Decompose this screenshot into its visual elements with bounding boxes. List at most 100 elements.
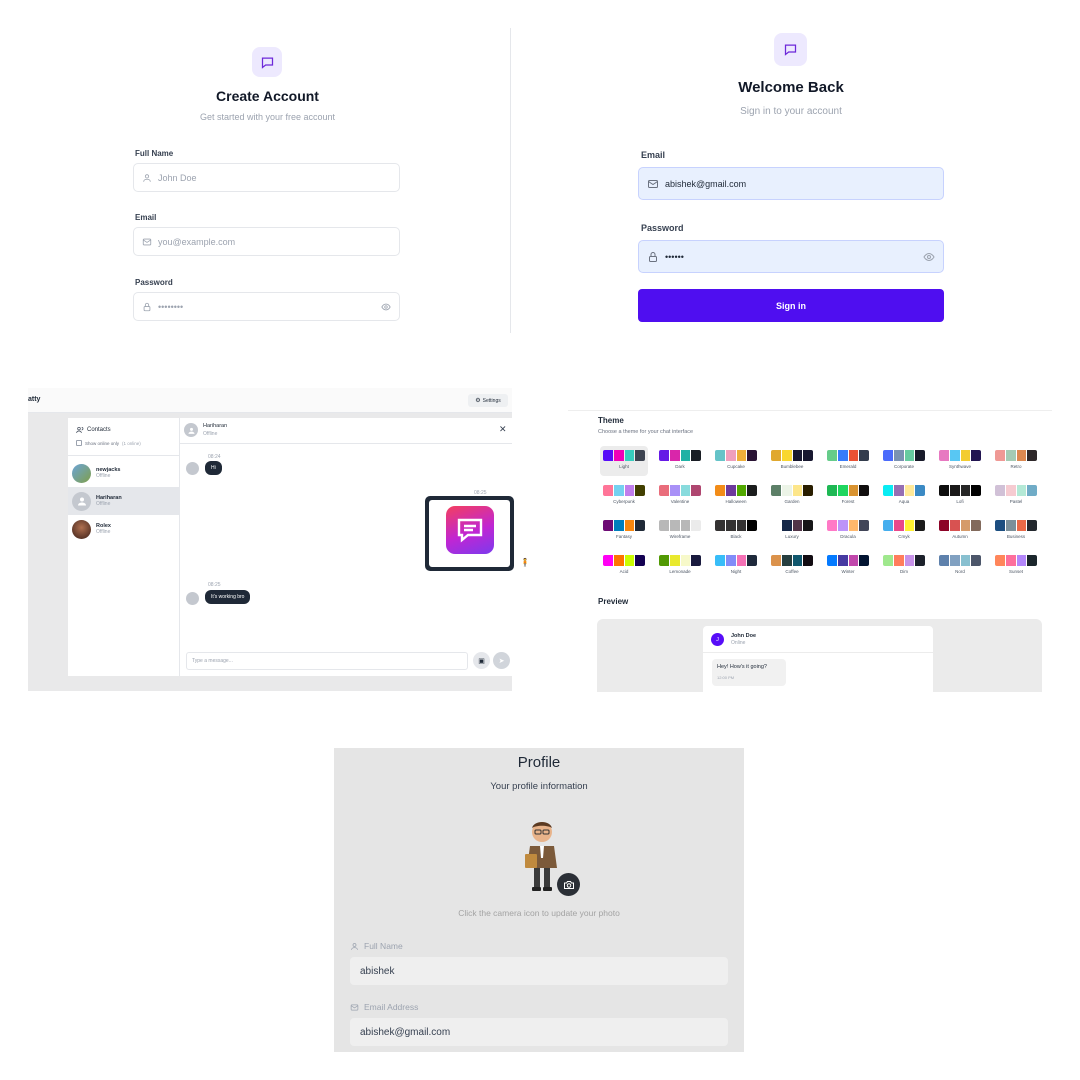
online-checkbox[interactable] [76, 440, 82, 446]
theme-option[interactable]: Dim [880, 551, 928, 581]
theme-color-chip [747, 485, 757, 496]
close-icon[interactable]: ✕ [499, 424, 507, 435]
email-input[interactable]: you@example.com [133, 227, 400, 256]
password-label: Password [641, 223, 684, 233]
theme-option[interactable]: Wireframe [656, 516, 704, 546]
camera-icon[interactable] [557, 873, 580, 896]
theme-color-chip [624, 520, 635, 531]
contact-status: Offline [96, 529, 111, 535]
theme-option[interactable]: Luxury [768, 516, 816, 546]
theme-option[interactable]: Autumn [936, 516, 984, 546]
theme-name: Night [730, 569, 742, 574]
theme-color-bars [939, 485, 981, 496]
theme-color-chip [904, 555, 915, 566]
theme-option[interactable]: Halloween [712, 481, 760, 511]
theme-option[interactable]: Winter [824, 551, 872, 581]
theme-color-chip [613, 485, 624, 496]
theme-option[interactable]: Night [712, 551, 760, 581]
theme-color-chip [995, 520, 1005, 531]
theme-name: Emerald [839, 464, 857, 469]
sign-in-button[interactable]: Sign in [638, 289, 944, 322]
theme-option[interactable]: Lemonade [656, 551, 704, 581]
theme-name: Synthwave [948, 464, 971, 469]
theme-option[interactable]: Valentine [656, 481, 704, 511]
theme-color-chip [771, 450, 781, 461]
password-input[interactable]: •••••••• [133, 292, 400, 321]
message-input[interactable]: Type a message... [186, 652, 468, 670]
theme-option[interactable]: Business [992, 516, 1040, 546]
theme-color-bars [939, 520, 981, 531]
theme-color-chip [971, 555, 981, 566]
preview-message: Hey! How's it going? 12:00 PM [712, 659, 786, 686]
full-name-input[interactable]: John Doe [133, 163, 400, 192]
theme-color-chip [893, 485, 904, 496]
eye-icon[interactable] [923, 251, 935, 263]
chat-logo-icon [774, 33, 807, 66]
theme-color-bars [883, 555, 925, 566]
eye-icon[interactable] [381, 302, 391, 312]
theme-option[interactable]: Acid [600, 551, 648, 581]
theme-color-chip [736, 520, 747, 531]
theme-option[interactable]: Cupcake [712, 446, 760, 476]
page-subtitle: Get started with your free account [199, 112, 336, 122]
theme-option[interactable]: Lofi [936, 481, 984, 511]
message-avatar [186, 462, 199, 475]
theme-color-chip [1005, 520, 1016, 531]
theme-color-chip [781, 485, 792, 496]
settings-button[interactable]: ⚙ Settings [468, 394, 508, 407]
theme-option[interactable]: Aqua [880, 481, 928, 511]
theme-color-chip [659, 450, 669, 461]
theme-option[interactable]: Cmyk [880, 516, 928, 546]
theme-color-chip [859, 450, 869, 461]
theme-option[interactable]: Synthwave [936, 446, 984, 476]
theme-color-chip [613, 520, 624, 531]
chat-header-status: Offline [203, 431, 218, 437]
image-upload-icon[interactable]: ▣ [473, 652, 490, 669]
theme-color-bars [715, 450, 757, 461]
contact-avatar [72, 463, 91, 483]
theme-color-chip [1016, 485, 1027, 496]
theme-option[interactable]: Corporate [880, 446, 928, 476]
theme-option[interactable]: Retro [992, 446, 1040, 476]
theme-option[interactable]: Black [712, 516, 760, 546]
theme-option[interactable]: Cyberpunk [600, 481, 648, 511]
theme-option[interactable]: Bumblebee [768, 446, 816, 476]
theme-option[interactable]: Emerald [824, 446, 872, 476]
theme-option[interactable]: Fantasy [600, 516, 648, 546]
theme-color-chip [1027, 450, 1037, 461]
theme-option[interactable]: Sunset [992, 551, 1040, 581]
image-message[interactable] [425, 496, 514, 571]
theme-option[interactable]: Forest [824, 481, 872, 511]
send-icon[interactable]: ➤ [493, 652, 510, 669]
theme-name: Cyberpunk [613, 499, 635, 504]
message-time: 08:25 [208, 582, 221, 588]
theme-color-chip [883, 485, 893, 496]
theme-name: Valentine [670, 499, 690, 504]
theme-name: Bumblebee [780, 464, 804, 469]
theme-color-chip [827, 450, 837, 461]
theme-color-chip [691, 450, 701, 461]
theme-color-chip [736, 450, 747, 461]
theme-option[interactable]: Pastel [992, 481, 1040, 511]
theme-color-chip [747, 555, 757, 566]
theme-option[interactable]: Dracula [824, 516, 872, 546]
preview-area: J John Doe Online Hey! How's it going? 1… [597, 619, 1042, 692]
theme-option[interactable]: Light [600, 446, 648, 476]
theme-option[interactable]: Nord [936, 551, 984, 581]
theme-option[interactable]: Garden [768, 481, 816, 511]
contact-item[interactable]: newjacks Offline [68, 459, 180, 487]
online-filter[interactable]: Show online only (1 online) [76, 440, 141, 446]
email-input[interactable]: abishek@gmail.com [638, 167, 944, 200]
theme-option[interactable]: Coffee [768, 551, 816, 581]
password-input[interactable]: •••••• [638, 240, 944, 273]
theme-color-chip [904, 450, 915, 461]
theme-color-chip [960, 520, 971, 531]
theme-option[interactable]: Dark [656, 446, 704, 476]
page-subtitle: Sign in to your account [740, 106, 842, 117]
contact-item-selected[interactable]: Hariharan Offline [68, 487, 180, 515]
chat-panel: atty ⚙ Settings Contacts Show online onl… [28, 388, 530, 691]
theme-color-bars [827, 450, 869, 461]
theme-color-chip [771, 555, 781, 566]
theme-color-chip [949, 450, 960, 461]
contact-item[interactable]: Rolex Offline [68, 515, 180, 543]
